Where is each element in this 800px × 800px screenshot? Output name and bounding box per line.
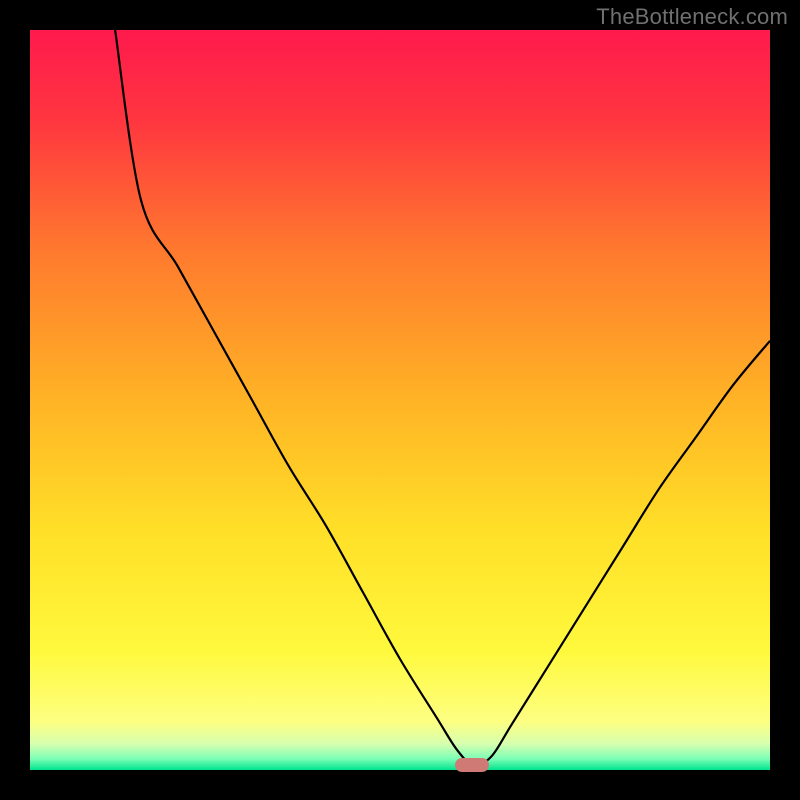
watermark-text: TheBottleneck.com: [596, 4, 788, 30]
chart-svg: [0, 0, 800, 800]
chart-stage: TheBottleneck.com: [0, 0, 800, 800]
optimum-marker: [455, 758, 489, 772]
